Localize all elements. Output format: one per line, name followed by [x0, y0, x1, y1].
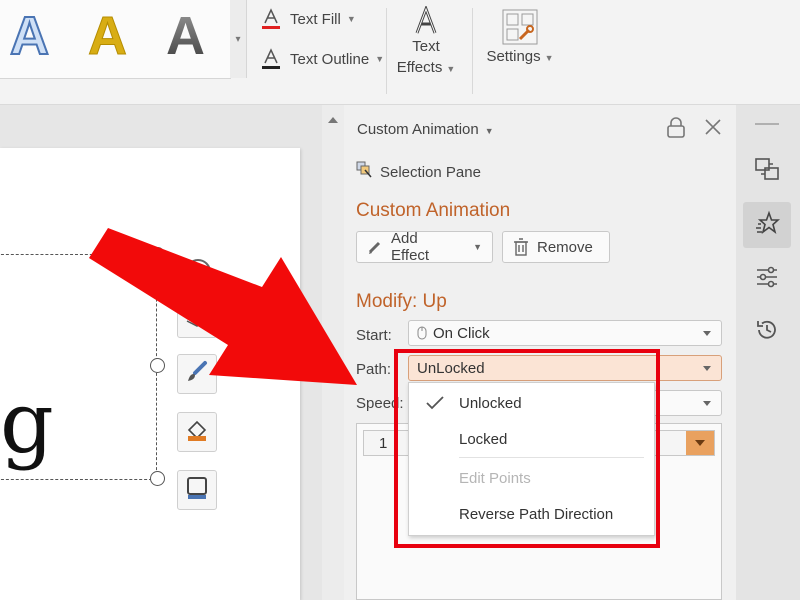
pane-title: Custom Animation [357, 121, 479, 138]
chevron-down-icon: ▼ [446, 64, 456, 74]
rail-switch-button[interactable] [743, 148, 791, 194]
ribbon-separator [472, 8, 473, 94]
text-outline-button[interactable]: Text Outline ▼ [260, 48, 384, 70]
chevron-down-icon: ▼ [484, 126, 494, 136]
remove-label: Remove [537, 238, 593, 256]
wordart-style-gold[interactable]: A [88, 6, 128, 67]
add-effect-label: Add Effect [391, 230, 430, 264]
mouse-icon [417, 326, 427, 340]
resize-handle-bottom-right[interactable] [150, 471, 165, 486]
selection-pane-label: Selection Pane [380, 163, 481, 181]
text-effects-icon [396, 4, 456, 36]
chevron-down-icon: ▼ [544, 53, 554, 63]
menu-item-edit-points: Edit Points [459, 470, 531, 487]
selection-pane-icon [356, 161, 372, 183]
chevron-down-icon [695, 440, 705, 446]
layers-icon [185, 309, 209, 334]
gallery-more-button[interactable]: ▾ [230, 0, 247, 78]
ribbon-separator [386, 8, 387, 94]
start-value: On Click [433, 324, 490, 342]
settings-label-row: Settings ▼ [480, 48, 560, 65]
path-select[interactable]: UnLocked [408, 355, 722, 381]
fill-icon [185, 418, 209, 447]
close-icon[interactable] [704, 118, 722, 141]
menu-item-reverse-path-direction[interactable]: Reverse Path Direction [459, 506, 613, 523]
text-effects-label-row: Effects ▼ [396, 57, 456, 80]
chevron-down-icon [703, 401, 711, 406]
border-button[interactable] [177, 470, 217, 510]
selection-pane-link[interactable]: Selection Pane [356, 161, 481, 183]
fill-button[interactable] [177, 412, 217, 452]
wordart-style-outline-blue[interactable]: A [9, 5, 50, 67]
right-rail [736, 105, 800, 600]
add-effect-button[interactable]: Add Effect ▼ [356, 230, 493, 264]
section-title-custom-animation: Custom Animation [356, 200, 511, 221]
lock-icon[interactable] [666, 117, 686, 144]
text-effects-button[interactable]: Text Effects ▼ [396, 4, 456, 80]
checkmark-icon [425, 395, 445, 416]
text-effects-label-line2: Effects [396, 59, 443, 76]
settings-button[interactable]: Settings ▼ [480, 6, 560, 65]
border-icon [185, 476, 209, 505]
text-fill-button[interactable]: Text Fill ▼ [260, 8, 356, 30]
path-dropdown-menu: Unlocked Locked Edit Points Reverse Path… [408, 382, 655, 536]
list-item-dropdown[interactable] [686, 431, 714, 455]
rail-history-button[interactable] [743, 309, 791, 355]
scroll-up-icon[interactable] [328, 117, 338, 123]
chevron-down-icon: ▼ [346, 14, 356, 24]
ribbon: A A A ▾ Text Fill ▼ Text Outline ▼ Text … [0, 0, 800, 105]
rail-animation-button[interactable] [743, 202, 791, 248]
menu-item-unlocked[interactable]: Unlocked [459, 395, 522, 412]
rail-properties-button[interactable] [743, 256, 791, 302]
path-label: Path: [356, 361, 392, 378]
modify-title: Modify: Up [356, 291, 447, 312]
menu-item-locked[interactable]: Locked [459, 431, 507, 448]
collapse-minus-icon[interactable] [185, 259, 211, 285]
document-scrollbar[interactable] [322, 105, 344, 600]
start-label: Start: [356, 327, 392, 344]
resize-handle-right[interactable] [150, 358, 165, 373]
text-outline-label: Text Outline [290, 50, 370, 68]
menu-separator [459, 457, 644, 458]
speed-label: Speed: [356, 395, 404, 412]
layers-button[interactable] [177, 304, 217, 338]
settings-icon [480, 6, 560, 48]
text-fill-icon [260, 8, 282, 30]
wordart-style-gallery: A A A [0, 0, 231, 79]
settings-label: Settings [486, 48, 541, 65]
slide-text-glyph: g [0, 374, 54, 472]
text-fill-label: Text Fill [290, 10, 341, 28]
chevron-down-icon [703, 366, 711, 371]
chevron-down-icon [703, 331, 711, 336]
text-effects-label-line1: Text [412, 38, 440, 55]
resize-handle-top-right[interactable] [150, 247, 165, 262]
gallery-more-icon: ▾ [235, 33, 241, 45]
brush-button[interactable] [177, 354, 217, 394]
pencil-icon [367, 239, 383, 255]
chevron-down-icon: ▼ [375, 54, 385, 64]
chevron-down-icon: ▼ [473, 242, 482, 252]
trash-icon [513, 238, 529, 256]
wordart-style-gradient-gray[interactable]: A [166, 6, 205, 66]
rail-grip [755, 123, 779, 125]
history-icon [754, 317, 780, 348]
switch-icon [754, 156, 780, 187]
path-value: UnLocked [417, 359, 485, 377]
brush-icon [185, 360, 209, 389]
text-outline-icon [260, 48, 282, 70]
start-select[interactable]: On Click [408, 320, 722, 346]
properties-icon [754, 264, 780, 295]
animation-star-icon [754, 210, 781, 241]
pane-title-menu[interactable]: Custom Animation ▼ [357, 121, 494, 138]
remove-button[interactable]: Remove [502, 231, 610, 263]
list-item-number: 1 [379, 435, 388, 452]
